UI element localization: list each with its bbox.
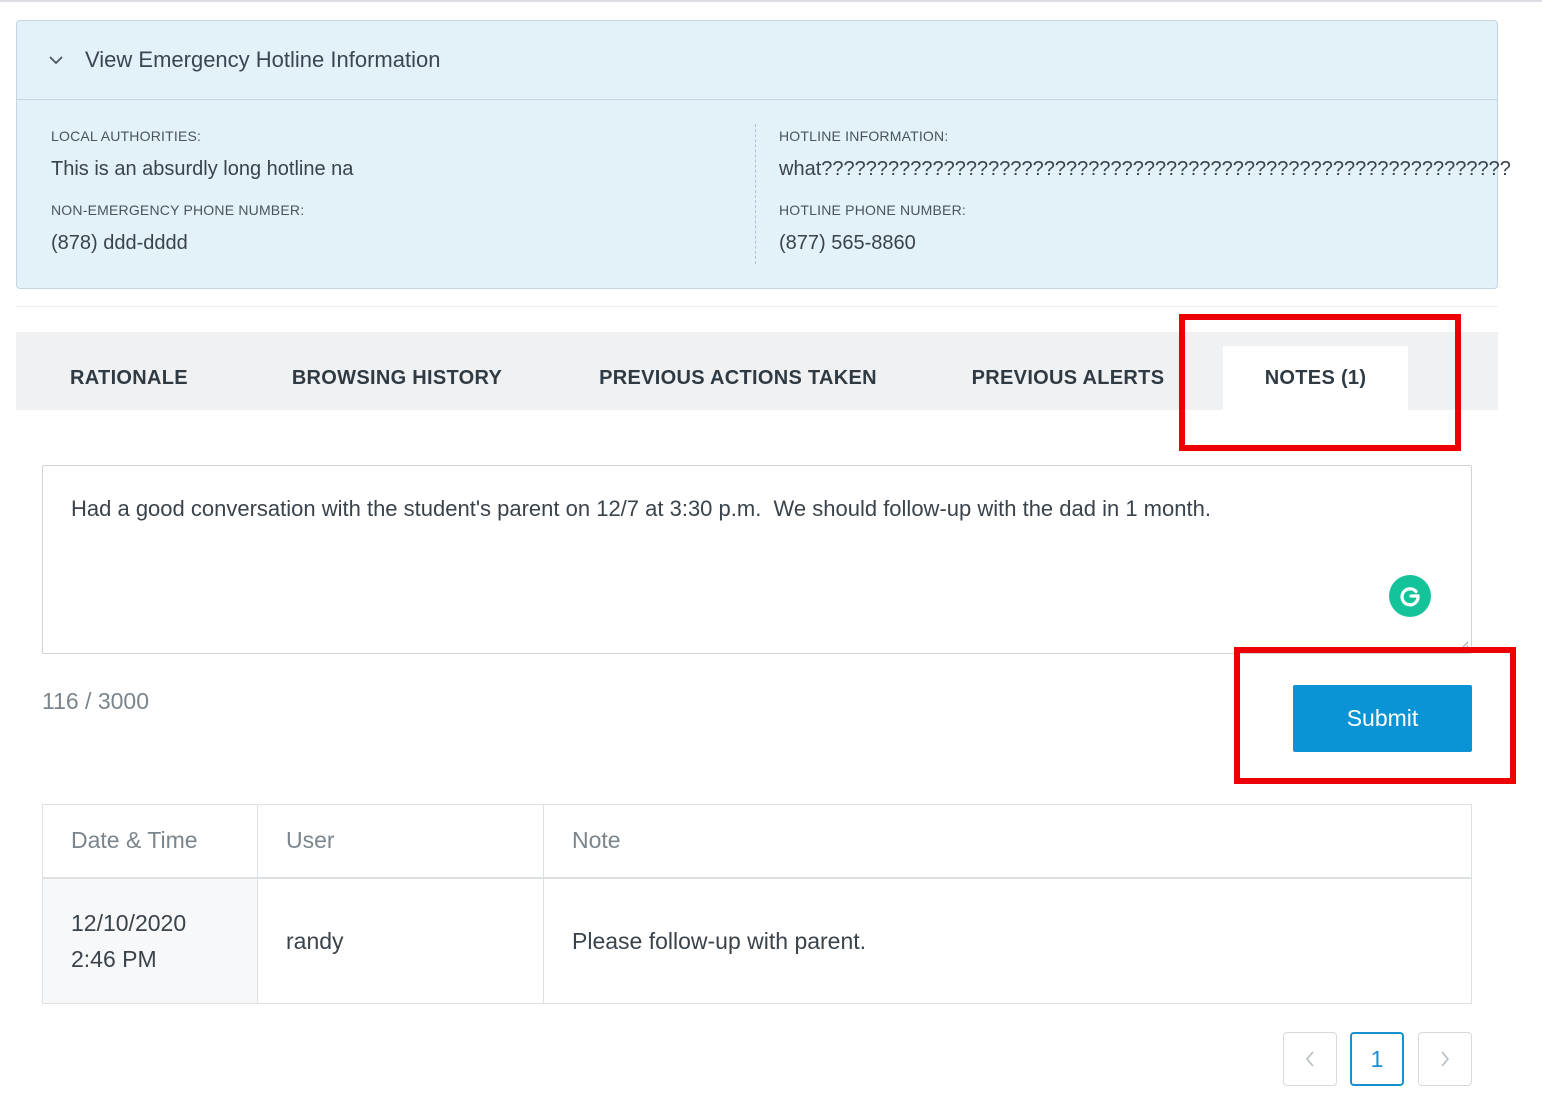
- local-authorities-label: LOCAL AUTHORITIES:: [51, 128, 202, 144]
- hotline-right-column: HOTLINE INFORMATION: what???????????????…: [779, 128, 1511, 276]
- non-emergency-phone-label: NON-EMERGENCY PHONE NUMBER:: [51, 202, 305, 218]
- submit-button[interactable]: Submit: [1293, 685, 1472, 752]
- tab-previous-actions-taken[interactable]: PREVIOUS ACTIONS TAKEN: [598, 346, 878, 410]
- character-counter: 116 / 3000: [42, 688, 150, 714]
- hotline-phone-value: (877) 565-8860: [779, 232, 916, 254]
- pagination-next-button[interactable]: [1418, 1032, 1472, 1086]
- cell-date: 12/10/2020: [71, 909, 187, 936]
- header-date-time[interactable]: Date & Time: [42, 804, 258, 879]
- local-authorities-value: This is an absurdly long hotline na: [51, 158, 354, 180]
- table-header-row: Date & Time User Note: [42, 804, 1472, 879]
- section-divider: [16, 306, 1498, 307]
- emergency-hotline-panel: View Emergency Hotline Information LOCAL…: [16, 20, 1511, 289]
- hotline-toggle[interactable]: View Emergency Hotline Information: [17, 21, 1497, 100]
- header-note[interactable]: Note: [543, 804, 1472, 879]
- chevron-left-icon: [1305, 1051, 1314, 1067]
- cell-note: Please follow-up with parent.: [543, 877, 1472, 1004]
- chevron-right-icon: [1441, 1051, 1450, 1067]
- tab-browsing-history[interactable]: BROWSING HISTORY: [286, 346, 508, 410]
- table-row: 12/10/2020 2:46 PM randy Please follow-u…: [42, 877, 1472, 1004]
- tab-rationale[interactable]: RATIONALE: [56, 346, 202, 410]
- hotline-info-label: HOTLINE INFORMATION:: [779, 128, 949, 144]
- note-textarea[interactable]: Had a good conversation with the student…: [42, 465, 1472, 654]
- cell-user: randy: [257, 877, 544, 1004]
- grammarly-icon[interactable]: [1389, 575, 1431, 617]
- header-user[interactable]: User: [257, 804, 544, 879]
- tab-previous-alerts[interactable]: PREVIOUS ALERTS: [966, 346, 1170, 410]
- chevron-down-icon: [49, 56, 63, 65]
- hotline-left-column: LOCAL AUTHORITIES: This is an absurdly l…: [51, 128, 353, 276]
- notes-table: Date & Time User Note 12/10/2020 2:46 PM…: [42, 804, 1472, 1004]
- note-text: Had a good conversation with the student…: [71, 496, 1211, 521]
- pagination-page-1[interactable]: 1: [1350, 1032, 1404, 1086]
- resize-grip-icon[interactable]: [1457, 639, 1469, 651]
- column-divider: [755, 124, 756, 264]
- non-emergency-phone-value: (878) ddd-dddd: [51, 232, 188, 254]
- detail-tabs: RATIONALE BROWSING HISTORY PREVIOUS ACTI…: [16, 332, 1498, 410]
- hotline-phone-label: HOTLINE PHONE NUMBER:: [779, 202, 966, 218]
- tab-notes[interactable]: NOTES (1): [1223, 346, 1408, 410]
- cell-date-time: 12/10/2020 2:46 PM: [42, 877, 258, 1004]
- pagination-prev-button[interactable]: [1283, 1032, 1337, 1086]
- hotline-info-value: what????????????????????????????????????…: [779, 158, 1511, 180]
- cell-time: 2:46 PM: [71, 945, 157, 972]
- hotline-title: View Emergency Hotline Information: [85, 47, 441, 72]
- top-divider: [0, 0, 1542, 2]
